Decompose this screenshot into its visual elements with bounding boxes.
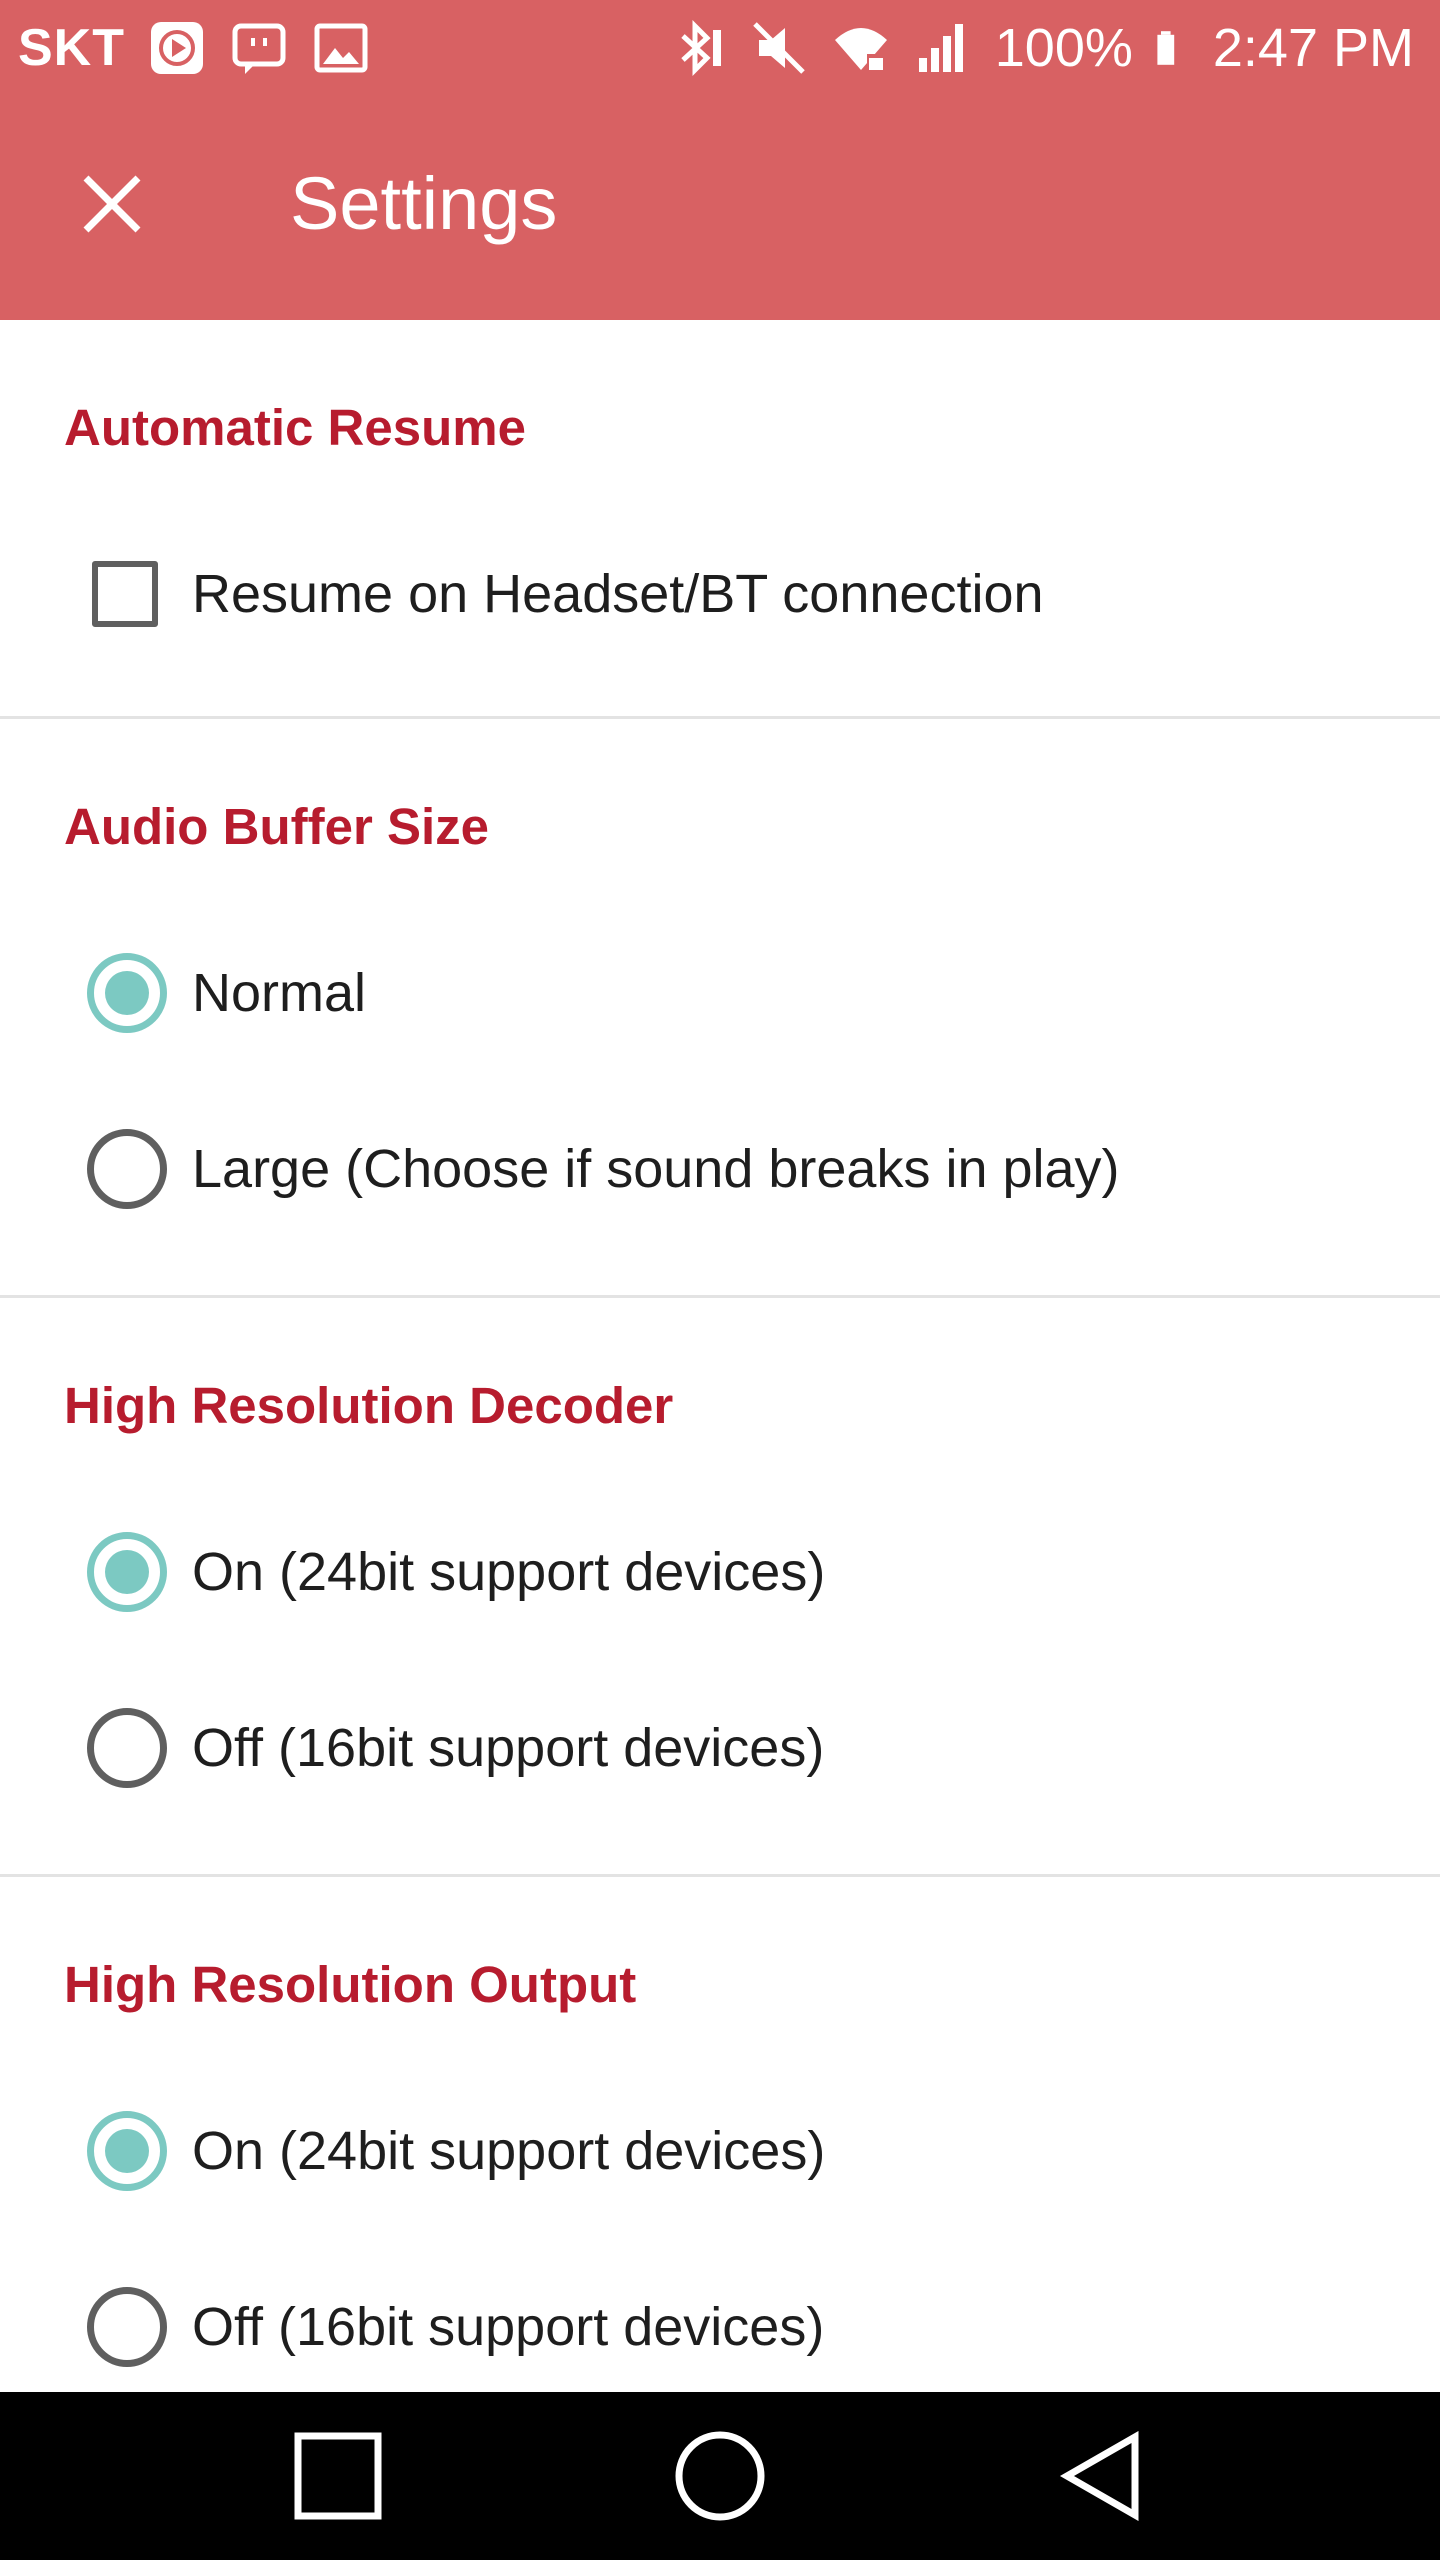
status-bar-left: SKT bbox=[18, 0, 371, 96]
battery-icon bbox=[1157, 31, 1175, 65]
app-bar: Settings bbox=[0, 96, 1440, 320]
option-label: Normal bbox=[192, 963, 367, 1023]
navigation-bar bbox=[0, 2392, 1440, 2560]
settings-list[interactable]: Automatic Resume Resume on Headset/BT co… bbox=[0, 320, 1440, 2392]
battery-percent: 100% bbox=[994, 18, 1133, 78]
messenger-icon bbox=[232, 23, 286, 74]
play-store-icon bbox=[151, 22, 203, 74]
status-bar-right: 100% 2:47 PM bbox=[667, 0, 1414, 96]
option-label: Large (Choose if sound breaks in play) bbox=[192, 1139, 1120, 1199]
output-on-radio[interactable] bbox=[87, 2111, 167, 2191]
recents-square-icon bbox=[294, 2432, 382, 2520]
carrier-label: SKT bbox=[18, 19, 125, 77]
resume-headset-checkbox[interactable] bbox=[92, 561, 158, 627]
decoder-off-radio[interactable] bbox=[87, 1708, 167, 1788]
option-label: Resume on Headset/BT connection bbox=[192, 564, 1044, 624]
gallery-icon bbox=[314, 23, 368, 73]
section-title: Automatic Resume bbox=[64, 399, 526, 456]
section-high-resolution-decoder: High Resolution Decoder On (24bit suppor… bbox=[0, 1298, 1440, 1877]
back-button[interactable] bbox=[1052, 2426, 1152, 2526]
option-label: On (24bit support devices) bbox=[192, 2121, 826, 2181]
back-triangle-icon bbox=[1059, 2431, 1139, 2521]
bluetooth-icon bbox=[681, 19, 721, 77]
output-off-option[interactable]: Off (16bit support devices) bbox=[0, 2239, 1440, 2392]
page-title: Settings bbox=[290, 162, 558, 245]
wifi-icon bbox=[834, 28, 887, 70]
recents-button[interactable] bbox=[288, 2426, 388, 2526]
output-off-radio[interactable] bbox=[87, 2287, 167, 2367]
section-title: Audio Buffer Size bbox=[64, 798, 490, 855]
clock: 2:47 PM bbox=[1212, 18, 1414, 78]
section-automatic-resume: Automatic Resume Resume on Headset/BT co… bbox=[0, 320, 1440, 719]
buffer-large-option[interactable]: Large (Choose if sound breaks in play) bbox=[0, 1081, 1440, 1257]
decoder-off-option[interactable]: Off (16bit support devices) bbox=[0, 1660, 1440, 1836]
home-circle-icon bbox=[675, 2431, 765, 2521]
buffer-large-radio[interactable] bbox=[87, 1129, 167, 1209]
home-button[interactable] bbox=[670, 2426, 770, 2526]
section-high-resolution-output: High Resolution Output On (24bit support… bbox=[0, 1877, 1440, 2392]
output-on-option[interactable]: On (24bit support devices) bbox=[0, 2063, 1440, 2239]
resume-headset-option[interactable]: Resume on Headset/BT connection bbox=[0, 506, 1440, 682]
option-label: On (24bit support devices) bbox=[192, 1542, 826, 1602]
close-button[interactable] bbox=[64, 156, 160, 252]
option-label: Off (16bit support devices) bbox=[192, 2297, 825, 2357]
decoder-on-radio[interactable] bbox=[87, 1532, 167, 1612]
decoder-on-option[interactable]: On (24bit support devices) bbox=[0, 1484, 1440, 1660]
buffer-normal-radio[interactable] bbox=[87, 953, 167, 1033]
section-title: High Resolution Output bbox=[64, 1956, 637, 2013]
section-title: High Resolution Decoder bbox=[64, 1377, 674, 1434]
option-label: Off (16bit support devices) bbox=[192, 1718, 825, 1778]
mute-icon bbox=[752, 22, 805, 74]
status-bar: SKT 100% 2:47 PM bbox=[0, 0, 1440, 96]
buffer-normal-option[interactable]: Normal bbox=[0, 905, 1440, 1081]
signal-icon bbox=[918, 24, 963, 72]
close-icon bbox=[83, 175, 141, 233]
section-audio-buffer-size: Audio Buffer Size Normal Large (Choose i… bbox=[0, 719, 1440, 1298]
